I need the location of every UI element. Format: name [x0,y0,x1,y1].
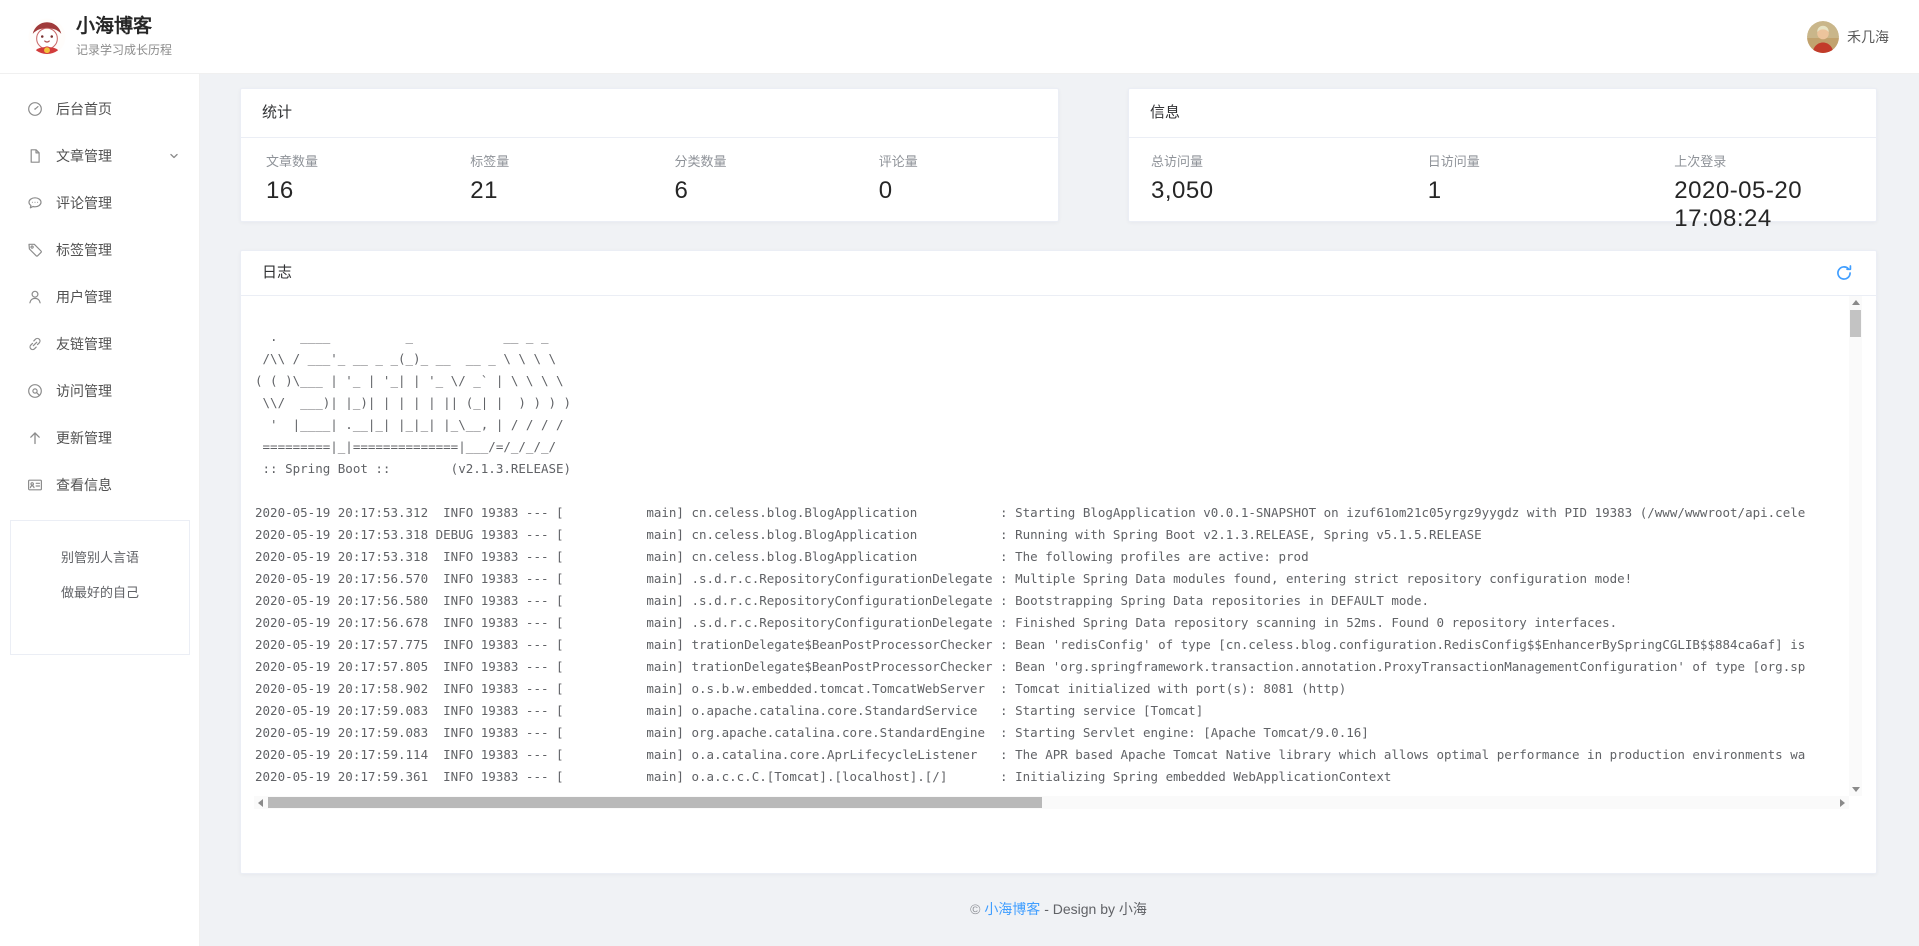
footer: © 小海博客 - Design by 小海 [240,899,1877,919]
log-card: 日志 . ____ _ __ _ _ /\\ / ___'_ __ _ _(_)… [240,250,1877,874]
stat-label: 评论量 [879,151,1058,170]
stat-tags: 标签量 21 [445,151,649,205]
article-icon [27,148,43,164]
info-card-title: 信息 [1150,89,1180,137]
stat-articles: 文章数量 16 [241,151,445,205]
info-card: 信息 总访问量 3,050 日访问量 1 上次登录 2020-05-20 17:… [1128,88,1877,222]
sidebar-item-users[interactable]: 用户管理 [0,273,199,320]
stat-label: 分类数量 [675,151,854,170]
stats-card: 统计 文章数量 16 标签量 21 分类数量 6 [240,88,1059,222]
brand-text: 小海博客 记录学习成长历程 [76,16,172,58]
user-avatar [1807,21,1839,53]
link-icon [27,336,43,352]
stat-label: 文章数量 [266,151,445,170]
site-subtitle: 记录学习成长历程 [76,41,172,58]
footer-site-link[interactable]: 小海博客 [984,901,1040,917]
stat-label: 标签量 [470,151,649,170]
chevron-down-icon [167,149,181,163]
footer-suffix: - Design by 小海 [1040,901,1147,917]
copyright-symbol: © [970,901,980,917]
visit-icon [27,383,43,399]
dashboard-icon [27,101,43,117]
sidebar-item-updates[interactable]: 更新管理 [0,414,199,461]
motto-line: 做最好的自己 [11,575,189,610]
sidebar-item-visits[interactable]: 访问管理 [0,367,199,414]
log-viewer: . ____ _ __ _ _ /\\ / ___'_ __ _ _(_)_ _… [254,296,1862,809]
motto-line: 别管别人言语 [11,540,189,575]
stat-value: 3,050 [1151,177,1428,205]
log-card-header: 日志 [241,251,1876,296]
scroll-left-button[interactable] [254,796,267,809]
info-total-visits: 总访问量 3,050 [1129,151,1428,233]
id-card-icon [27,477,43,493]
sidebar-item-links[interactable]: 友链管理 [0,320,199,367]
sidebar-item-label: 标签管理 [56,240,112,260]
sidebar-item-label: 查看信息 [56,475,112,495]
stat-value: 0 [879,177,1058,205]
stat-value: 16 [266,177,445,205]
stat-label: 总访问量 [1151,151,1428,170]
stat-label: 上次登录 [1674,151,1854,170]
header: 小海博客 记录学习成长历程 禾几海 [0,0,1919,74]
stat-comments: 评论量 0 [854,151,1058,205]
info-daily-visits: 日访问量 1 [1428,151,1675,233]
sidebar-item-label: 后台首页 [56,99,112,119]
horizontal-scroll-thumb[interactable] [268,797,1042,808]
info-last-login: 上次登录 2020-05-20 17:08:24 [1674,151,1876,233]
stat-value: 2020-05-20 17:08:24 [1674,177,1854,233]
refresh-button[interactable] [1833,262,1855,284]
sidebar-item-label: 更新管理 [56,428,112,448]
main-content: 统计 文章数量 16 标签量 21 分类数量 6 [200,74,1919,946]
sidebar-item-label: 用户管理 [56,287,112,307]
username: 禾几海 [1847,27,1889,47]
motto-box: 别管别人言语 做最好的自己 [10,520,190,655]
user-menu[interactable]: 禾几海 [1807,21,1889,53]
stat-value: 1 [1428,177,1675,205]
sidebar-item-label: 评论管理 [56,193,112,213]
horizontal-scrollbar[interactable] [254,796,1849,809]
sidebar-item-label: 文章管理 [56,146,112,166]
stats-card-body: 文章数量 16 标签量 21 分类数量 6 评论量 0 [241,138,1058,205]
stat-label: 日访问量 [1428,151,1675,170]
sidebar-item-dashboard[interactable]: 后台首页 [0,85,199,132]
user-icon [27,289,43,305]
log-card-title: 日志 [262,251,292,295]
stat-categories: 分类数量 6 [650,151,854,205]
info-card-body: 总访问量 3,050 日访问量 1 上次登录 2020-05-20 17:08:… [1129,138,1876,233]
app-window: 小海博客 记录学习成长历程 禾几海 [0,0,1919,946]
update-icon [27,430,43,446]
sidebar-item-tags[interactable]: 标签管理 [0,226,199,273]
vertical-scroll-thumb[interactable] [1850,310,1861,337]
brand[interactable]: 小海博客 记录学习成长历程 [28,16,172,58]
top-cards-row: 统计 文章数量 16 标签量 21 分类数量 6 [240,88,1877,222]
logo-image [28,18,66,56]
sidebar: 后台首页 文章管理 [0,74,200,946]
comment-icon [27,195,43,211]
stat-value: 21 [470,177,649,205]
log-output[interactable]: . ____ _ __ _ _ /\\ / ___'_ __ _ _(_)_ _… [254,296,1849,796]
sidebar-item-view-info[interactable]: 查看信息 [0,461,199,508]
sidebar-item-label: 访问管理 [56,381,112,401]
scroll-up-button[interactable] [1849,296,1862,309]
info-card-header: 信息 [1129,89,1876,138]
sidebar-item-articles[interactable]: 文章管理 [0,132,199,179]
site-title: 小海博客 [76,16,172,38]
refresh-icon [1835,264,1853,282]
stats-card-title: 统计 [262,89,292,137]
sidebar-item-comments[interactable]: 评论管理 [0,179,199,226]
stat-value: 6 [675,177,854,205]
scroll-right-button[interactable] [1836,796,1849,809]
tag-icon [27,242,43,258]
sidebar-item-label: 友链管理 [56,334,112,354]
vertical-scrollbar[interactable] [1849,296,1862,796]
scroll-down-button[interactable] [1849,783,1862,796]
stats-card-header: 统计 [241,89,1058,138]
